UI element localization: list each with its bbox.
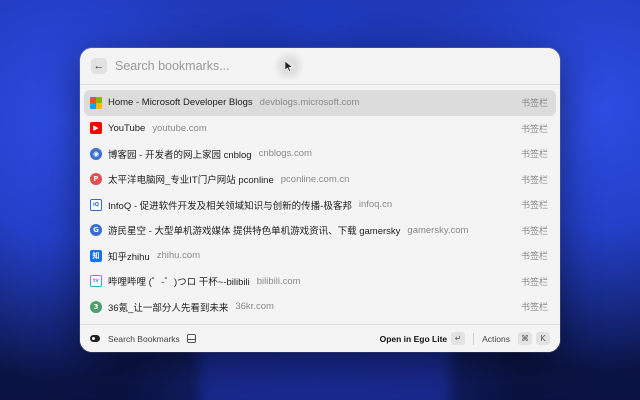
layout-icon[interactable] [186,334,196,343]
cnblogs-icon: ◉ [90,147,102,160]
infoq-icon: iQ [90,198,102,211]
bookmark-url: 36kr.com [235,301,274,313]
bookmark-title: InfoQ - 促进软件开发及相关领域知识与创新的传播-极客邦 [108,200,352,212]
enter-key-hint: ↵ [451,332,466,345]
search-bar: ← [80,48,560,85]
bookmark-list: Home - Microsoft Developer Blogs devblogs… [80,85,560,320]
microsoft-icon [90,96,102,109]
bookmark-title: YouTube [108,122,146,134]
search-input[interactable] [115,59,415,73]
back-arrow-icon[interactable]: ← [91,58,107,74]
bookmark-title: 博客园 - 开发者的网上家园 cnblog [108,149,252,161]
bookmark-title: 太平洋电脑网_专业IT门户网站 pconline [108,175,274,187]
bookmark-row[interactable]: 知知乎zhihu zhihu.com 书签栏 [84,243,556,269]
extension-icon [90,335,100,342]
extension-label: Search Bookmarks [108,333,180,344]
bookmark-row[interactable]: ◉ 博客园 - 开发者的网上家园 cnblog cnblogs.com 书签栏 [84,141,556,167]
actions-button[interactable]: Actions [482,334,510,344]
bookmark-url: zhihu.com [156,250,201,262]
bookmark-title: 哔哩哔哩 (゜-゜)つロ 干杯~-bilibili [108,277,250,289]
action-bar: Search Bookmarks Open in Ego Lite ↵ Acti… [80,324,560,352]
bookmark-url: cnblogs.com [258,148,312,160]
bookmark-row[interactable]: ▶ YouTube youtube.com 书签栏 [84,116,556,142]
bookmark-folder-label: 书签栏 [520,276,548,287]
bookmark-url: devblogs.microsoft.com [259,97,360,109]
bookmark-folder-label: 书签栏 [520,200,548,211]
bookmark-row[interactable]: 3 36氪_让一部分人先看到未来 36kr.com 书签栏 [84,294,556,320]
36kr-icon: 3 [90,300,102,313]
open-in-ego-lite-button[interactable]: Open in Ego Lite [380,334,448,344]
bookmark-folder-label: 书签栏 [520,123,548,134]
command-key-hint: ⌘ [518,332,532,345]
bookmark-folder-label: 书签栏 [520,98,548,109]
launcher-window: ← Home - Microsoft Developer Blogs devblo… [80,48,560,352]
bookmark-folder-label: 书签栏 [520,251,548,262]
bookmark-row[interactable]: tv 哔哩哔哩 (゜-゜)つロ 干杯~-bilibili bilibili.com 书… [84,269,556,295]
zhihu-icon: 知 [90,249,102,262]
bookmark-row[interactable]: G 游民星空 - 大型单机游戏媒体 提供特色单机游戏资讯、下载 gamersky g… [84,218,556,244]
bookmark-url: infoq.cn [358,199,393,211]
bookmark-folder-label: 书签栏 [520,174,548,185]
youtube-icon: ▶ [90,122,102,135]
gamersky-icon: G [90,224,102,237]
bookmark-folder-label: 书签栏 [520,149,548,160]
bookmark-title: 游民星空 - 大型单机游戏媒体 提供特色单机游戏资讯、下载 gamersky [108,226,401,238]
footer-divider [473,332,475,345]
pconline-icon: P [90,173,102,186]
bookmark-url: gamersky.com [407,224,469,236]
bookmark-row[interactable]: P 太平洋电脑网_专业IT门户网站 pconline pconline.com.cn… [84,167,556,193]
bookmark-row[interactable]: iQ InfoQ - 促进软件开发及相关领域知识与创新的传播-极客邦 infoq.c… [84,192,556,218]
bookmark-folder-label: 书签栏 [520,225,548,236]
bookmark-title: 36氪_让一部分人先看到未来 [108,302,229,314]
bookmark-folder-label: 书签栏 [520,302,548,313]
bilibili-icon: tv [90,275,102,288]
bookmark-row[interactable]: Home - Microsoft Developer Blogs devblogs… [84,90,556,116]
bookmark-title: 知乎zhihu [108,251,150,263]
bookmark-url: bilibili.com [256,275,301,287]
mouse-pointer-icon [281,58,297,74]
bookmark-title: Home - Microsoft Developer Blogs [108,97,253,109]
bookmark-url: youtube.com [152,122,207,134]
bookmark-url: pconline.com.cn [280,173,350,185]
k-key-hint: K [536,332,550,345]
